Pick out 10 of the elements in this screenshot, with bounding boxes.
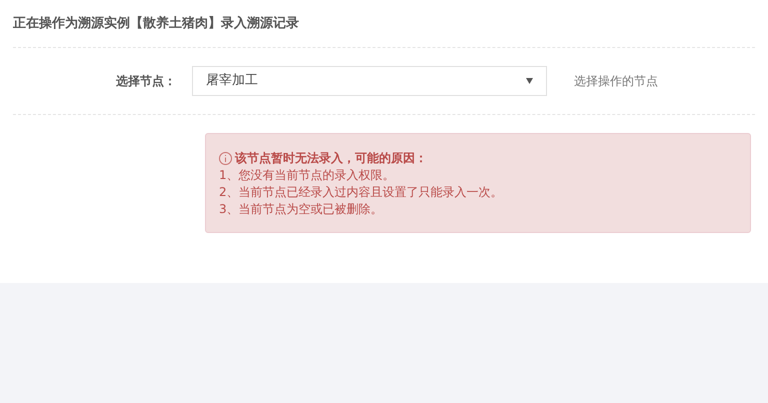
alert-reason: 3、当前节点为空或已被删除。 [219, 201, 383, 218]
alert-reason: 2、当前节点已经录入过内容且设置了只能录入一次。 [219, 184, 503, 201]
field-label: 选择节点： [116, 73, 176, 90]
info-icon [219, 152, 232, 165]
node-select[interactable]: 屠宰加工 [192, 66, 547, 96]
alert-reason: 1、您没有当前节点的录入权限。 [219, 167, 395, 184]
page-title: 正在操作为溯源实例【散养土猪肉】录入溯源记录 [13, 14, 299, 33]
help-text: 选择操作的节点 [574, 73, 658, 90]
alert-title: 该节点暂时无法录入，可能的原因： [235, 150, 427, 167]
caret-icon [526, 78, 533, 84]
